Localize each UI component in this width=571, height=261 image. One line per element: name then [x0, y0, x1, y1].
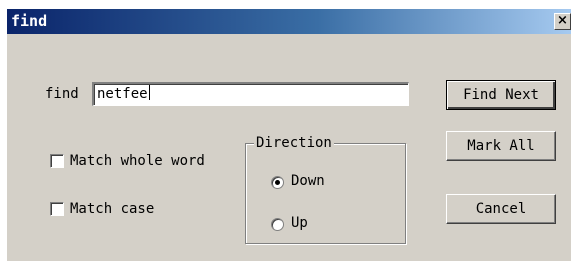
find-next-button[interactable]: Find Next — [446, 80, 556, 110]
title-bar[interactable]: find × — [7, 9, 571, 34]
direction-title: Direction — [254, 135, 334, 151]
up-radio[interactable] — [271, 218, 284, 231]
find-next-label: Find Next — [463, 87, 539, 103]
cancel-label: Cancel — [475, 201, 527, 217]
cancel-button[interactable]: Cancel — [446, 194, 556, 224]
mark-all-label: Mark All — [467, 138, 535, 154]
find-input[interactable]: netfee — [92, 82, 409, 106]
direction-groupbox: Direction Down Up — [245, 135, 406, 244]
find-label: find — [45, 86, 79, 102]
text-caret — [148, 85, 150, 100]
close-button[interactable]: × — [554, 13, 571, 30]
match-whole-word-checkbox[interactable] — [50, 154, 64, 168]
down-label[interactable]: Down — [291, 173, 325, 189]
match-case-checkbox[interactable] — [50, 202, 64, 216]
radio-dot-icon — [275, 180, 280, 185]
find-dialog: find × find netfee Match whole word Matc… — [7, 9, 571, 261]
down-radio[interactable] — [271, 176, 284, 189]
mark-all-button[interactable]: Mark All — [446, 131, 556, 161]
find-input-value: netfee — [97, 86, 148, 102]
window-title: find — [11, 12, 48, 30]
close-icon: × — [557, 13, 568, 28]
up-label[interactable]: Up — [291, 215, 308, 231]
match-case-label[interactable]: Match case — [70, 201, 154, 217]
match-whole-word-label[interactable]: Match whole word — [70, 153, 205, 169]
